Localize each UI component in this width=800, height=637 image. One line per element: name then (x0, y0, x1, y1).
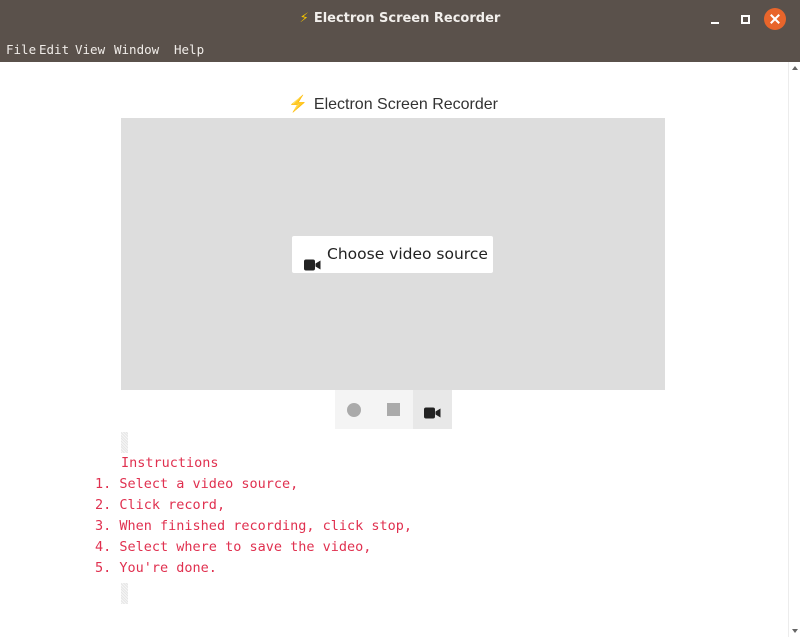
window-titlebar[interactable]: ⚡ Electron Screen Recorder (0, 0, 800, 37)
instructions-title: Instructions (121, 455, 219, 471)
instruction-step: 5. You're done. (95, 560, 217, 576)
instruction-step: 2. Click record, (95, 497, 226, 513)
window-title: ⚡ Electron Screen Recorder (0, 0, 800, 37)
vertical-scrollbar[interactable] (788, 62, 800, 637)
scroll-up-arrow-icon[interactable] (792, 66, 798, 70)
window-title-text: Electron Screen Recorder (313, 11, 501, 26)
video-camera-icon (304, 248, 321, 285)
instruction-step: 3. When finished recording, click stop, (95, 518, 413, 534)
lightning-icon: ⚡ (287, 96, 308, 113)
instruction-step: 1. Select a video source, (95, 476, 299, 492)
video-camera-icon (424, 404, 441, 423)
menu-bar: File Edit View Window Help (0, 37, 800, 62)
close-button[interactable] (764, 8, 786, 30)
record-icon (347, 403, 361, 417)
lightning-icon: ⚡ (299, 11, 309, 26)
stop-icon (387, 403, 400, 416)
recording-controls (335, 390, 452, 429)
instruction-step: 4. Select where to save the video, (95, 539, 372, 555)
choose-video-source-button[interactable]: Choose video source (292, 236, 493, 273)
menu-file[interactable]: File (6, 37, 36, 62)
menu-edit[interactable]: Edit (39, 37, 69, 62)
menu-window[interactable]: Window (114, 37, 159, 62)
menu-view[interactable]: View (75, 37, 105, 62)
minimize-button[interactable] (704, 8, 726, 30)
app-heading-text: Electron Screen Recorder (313, 96, 498, 113)
scroll-down-arrow-icon[interactable] (792, 629, 798, 633)
stop-button[interactable] (374, 390, 413, 429)
maximize-button[interactable] (734, 8, 756, 30)
app-heading: ⚡ Electron Screen Recorder (0, 94, 786, 116)
record-button[interactable] (335, 390, 374, 429)
instructions-list: Instructions 1. Select a video source, 2… (95, 453, 412, 579)
choose-video-source-label: Choose video source (327, 245, 488, 263)
menu-help[interactable]: Help (174, 37, 204, 62)
select-source-button[interactable] (413, 390, 452, 429)
placeholder-mark (121, 432, 128, 453)
placeholder-mark (121, 583, 128, 604)
